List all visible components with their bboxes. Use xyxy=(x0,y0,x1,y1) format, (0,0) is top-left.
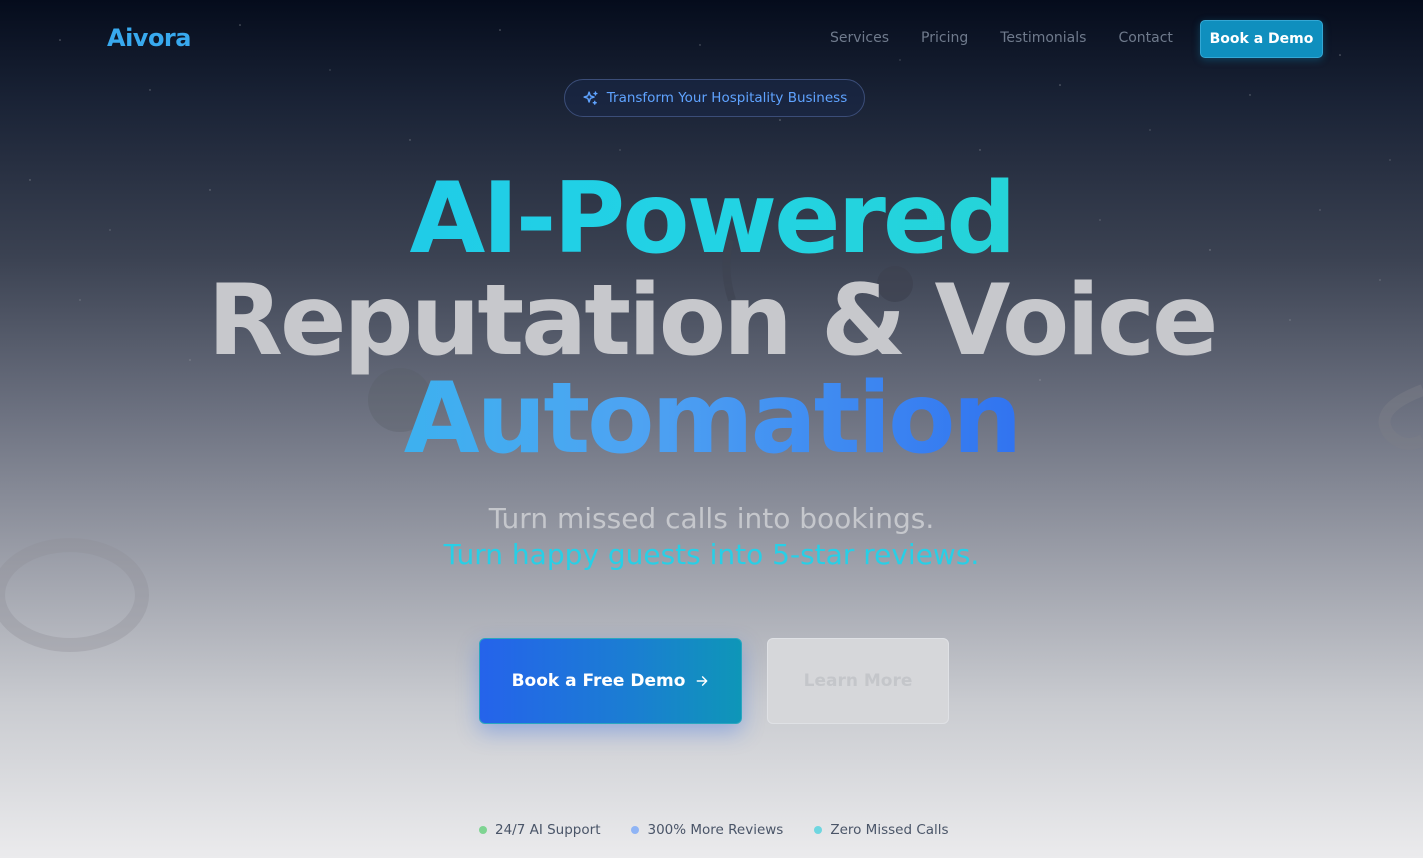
hero-subtitle-reviews: Turn happy guests into 5-star reviews. xyxy=(443,538,980,571)
hero-badge-text: Transform Your Hospitality Business xyxy=(606,90,848,106)
book-free-demo-button[interactable]: Book a Free Demo xyxy=(479,638,742,724)
arrow-right-icon xyxy=(695,674,709,688)
brand-logo[interactable]: Aivora xyxy=(107,24,191,52)
hero-badge: Transform Your Hospitality Business xyxy=(564,79,865,117)
hero-headline-line2: Reputation & Voice xyxy=(207,264,1218,378)
hero-headline-line1: AI-Powered xyxy=(0,170,1423,268)
stat-ai-support: 24/7 AI Support xyxy=(479,822,600,838)
stat-zero-missed-calls: Zero Missed Calls xyxy=(814,822,949,838)
stat-dot-green xyxy=(479,826,487,834)
learn-more-button[interactable]: Learn More xyxy=(767,638,949,724)
nav-book-demo-button[interactable]: Book a Demo xyxy=(1200,20,1323,58)
stat-more-reviews: 300% More Reviews xyxy=(631,822,783,838)
hero-stats: 24/7 AI Support 300% More Reviews Zero M… xyxy=(479,822,980,838)
stat-label: 300% More Reviews xyxy=(647,822,784,838)
hero-headline-line3: Automation xyxy=(0,370,1423,468)
sparkles-icon xyxy=(582,90,599,107)
learn-more-label: Learn More xyxy=(803,671,913,691)
nav-link-testimonials[interactable]: Testimonials xyxy=(1000,30,1086,46)
stat-label: 24/7 AI Support xyxy=(495,822,601,838)
stat-label: Zero Missed Calls xyxy=(830,822,949,838)
main-nav: Services Pricing Testimonials Contact xyxy=(830,30,1205,46)
stat-dot-blue xyxy=(631,826,640,834)
hero-subtitle-calls: Turn missed calls into bookings. xyxy=(488,502,935,535)
book-free-demo-label: Book a Free Demo xyxy=(511,671,686,691)
nav-link-pricing[interactable]: Pricing xyxy=(921,30,968,46)
stat-dot-cyan xyxy=(814,826,823,834)
nav-link-services[interactable]: Services xyxy=(830,30,889,46)
nav-link-contact[interactable]: Contact xyxy=(1118,30,1172,46)
